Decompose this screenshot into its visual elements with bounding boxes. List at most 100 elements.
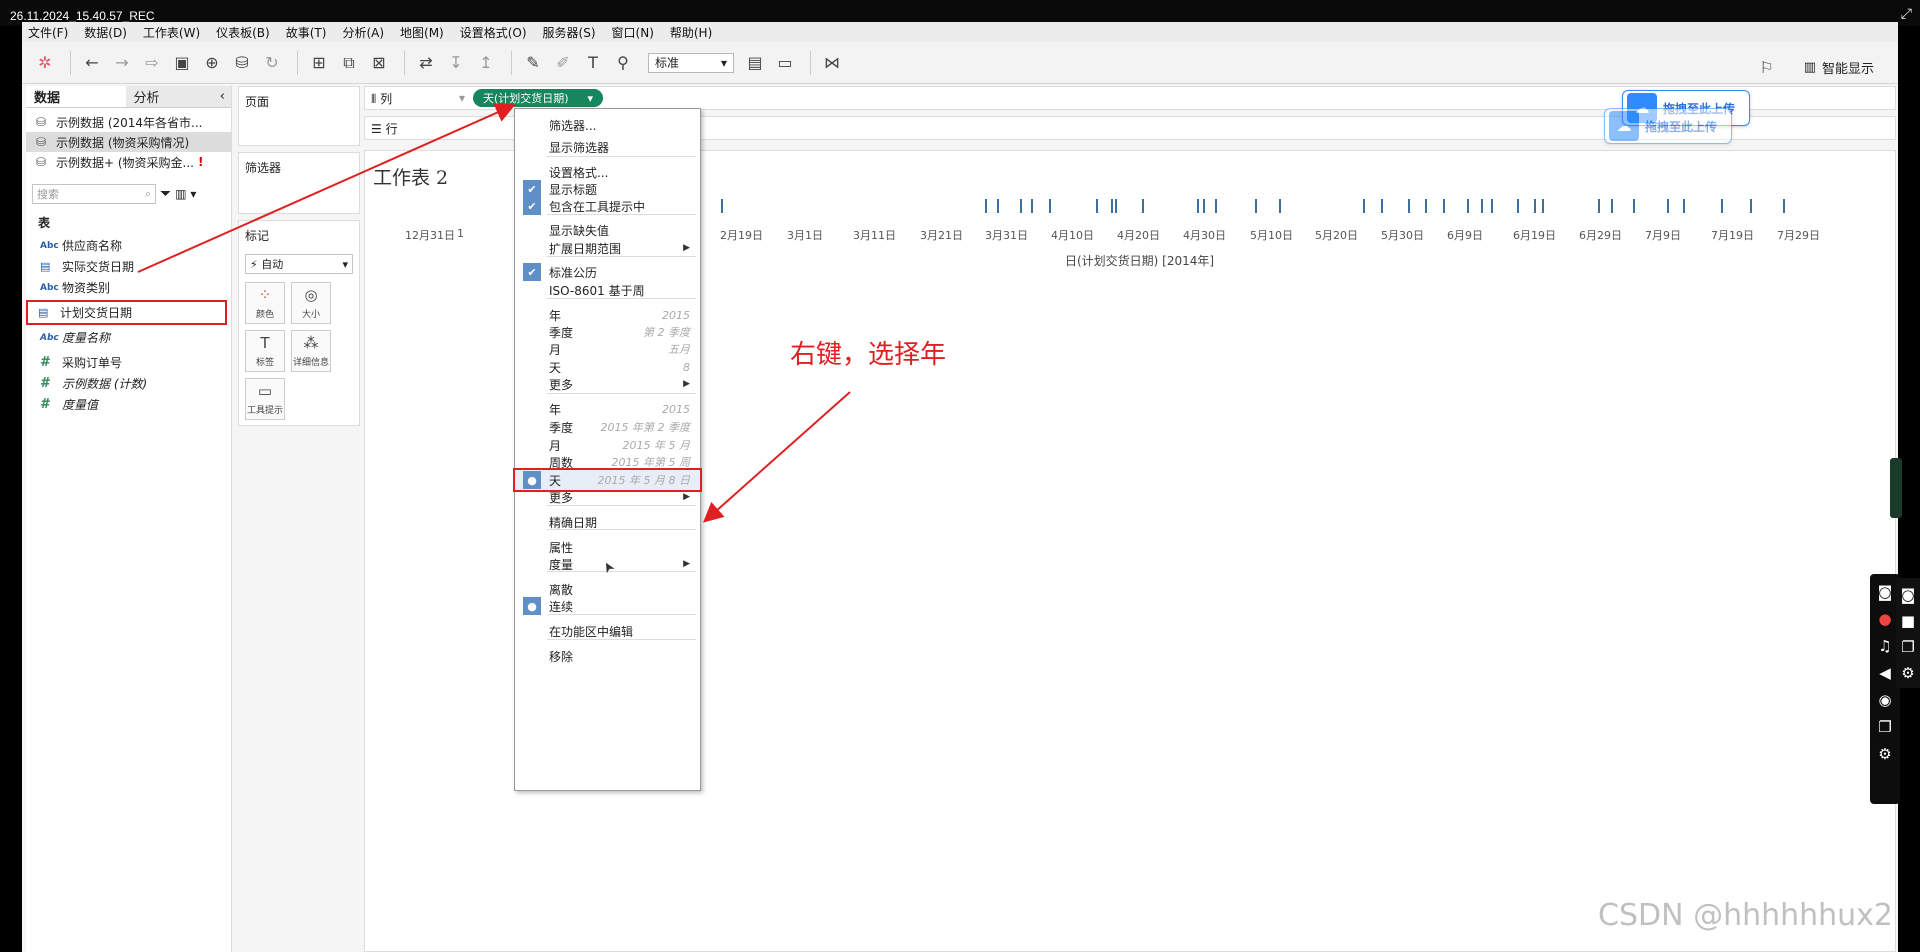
- menu-item-label: 在功能区中编辑: [549, 624, 634, 639]
- show-cards-icon[interactable]: ▤: [742, 50, 768, 76]
- menu-item[interactable]: ● 连续: [515, 596, 700, 616]
- color-button[interactable]: ⁘ 颜色: [245, 282, 285, 324]
- window-icon[interactable]: ❐: [1896, 638, 1920, 656]
- database-icon: ⛁: [36, 115, 47, 129]
- datasource-item-selected[interactable]: ⛁ 示例数据 (物资采购情况): [26, 132, 231, 152]
- field-item[interactable]: Abc 物资类别: [26, 277, 231, 298]
- camera-icon[interactable]: ◙: [1896, 586, 1920, 604]
- settings-icon[interactable]: ⚙: [1896, 664, 1920, 682]
- lamp-icon[interactable]: ⚐: [1754, 54, 1780, 80]
- field-item[interactable]: ▤ 实际交货日期: [26, 256, 231, 277]
- share-icon[interactable]: ⋈: [819, 50, 845, 76]
- menu-separator: [547, 214, 696, 215]
- menu-item-label: 包含在工具提示中: [549, 199, 646, 214]
- menu-item[interactable]: ✔ 标准公历: [515, 262, 700, 282]
- datasource-item[interactable]: ⛁ 示例数据+ (物资采购金...!: [26, 152, 231, 172]
- column-pill[interactable]: 天(计划交货日期) ▾: [473, 89, 603, 107]
- menu-item[interactable]: 扩展日期范围 ▶: [515, 238, 700, 258]
- axis-tick-label: 4月20日: [1117, 229, 1160, 242]
- menu-item[interactable]: 显示缺失值: [515, 220, 700, 240]
- undo-icon[interactable]: ←: [79, 50, 105, 76]
- field-item[interactable]: # 度量值: [26, 394, 231, 415]
- video-icon[interactable]: ■: [1896, 612, 1920, 630]
- view-toggle-icon[interactable]: ▥ ▾: [175, 187, 196, 201]
- group-icon[interactable]: ✐: [550, 50, 576, 76]
- pages-card[interactable]: 页面: [238, 86, 360, 146]
- presentation-icon[interactable]: ▭: [772, 50, 798, 76]
- refresh-icon[interactable]: ↻: [259, 50, 285, 76]
- tab-data[interactable]: 数据: [26, 86, 126, 107]
- expand-icon[interactable]: ⤢: [1901, 6, 1912, 22]
- axis-tick-label: 4月30日: [1183, 229, 1226, 242]
- webcam-icon[interactable]: ◉: [1870, 691, 1900, 709]
- datasource-label: 示例数据 (2014年各省市...: [56, 115, 203, 130]
- datasource-item[interactable]: ⛁ 示例数据 (2014年各省市...: [26, 112, 231, 132]
- menu-item-label: 移除: [549, 649, 574, 664]
- tableau-logo-icon[interactable]: ✲: [32, 50, 58, 76]
- sort-asc-icon[interactable]: ↧: [443, 50, 469, 76]
- menu-analysis[interactable]: 分析(A): [342, 24, 384, 41]
- duplicate-icon[interactable]: ⧉: [336, 50, 362, 76]
- menu-story[interactable]: 故事(T): [286, 24, 327, 41]
- warning-icon: !: [198, 155, 204, 169]
- swap-icon[interactable]: ⇄: [413, 50, 439, 76]
- menu-server[interactable]: 服务器(S): [543, 24, 596, 41]
- menu-worksheet[interactable]: 工作表(W): [143, 24, 200, 41]
- field-item[interactable]: # 示例数据 (计数): [26, 373, 231, 394]
- new-datasource-icon[interactable]: ⊕: [199, 50, 225, 76]
- field-item[interactable]: Abc 供应商名称: [26, 235, 231, 256]
- menu-item[interactable]: 季度 2015 年第 2 季度: [515, 417, 700, 437]
- tooltip-button[interactable]: ▭ 工具提示: [245, 378, 285, 420]
- menu-data[interactable]: 数据(D): [84, 24, 127, 41]
- menu-item[interactable]: ISO-8601 基于周: [515, 280, 700, 300]
- menu-item[interactable]: 在功能区中编辑: [515, 621, 700, 641]
- field-item[interactable]: # 采购订单号: [26, 352, 231, 373]
- menu-dashboard[interactable]: 仪表板(B): [216, 24, 270, 41]
- clear-sheet-icon[interactable]: ⊠: [366, 50, 392, 76]
- menu-format[interactable]: 设置格式(O): [460, 24, 527, 41]
- label-button[interactable]: T 标签: [245, 330, 285, 372]
- menu-item[interactable]: 移除: [515, 646, 700, 666]
- timeline-mark: [1408, 199, 1410, 213]
- replay-icon[interactable]: ⇨: [139, 50, 165, 76]
- field-item[interactable]: Abc 度量名称: [26, 327, 231, 348]
- window-icon[interactable]: ❐: [1870, 718, 1900, 736]
- menu-item[interactable]: 更多 ▶: [515, 487, 700, 507]
- smart-show-button[interactable]: ▥ 智能显示: [1804, 58, 1874, 77]
- search-input[interactable]: 搜索 ⌕: [32, 184, 156, 204]
- pause-updates-icon[interactable]: ⛁: [229, 50, 255, 76]
- save-icon[interactable]: ▣: [169, 50, 195, 76]
- columns-text: 列: [380, 91, 393, 106]
- field-item-highlighted[interactable]: ▤ 计划交货日期: [26, 300, 227, 325]
- marks-type-select[interactable]: ⚡ 自动 ▾: [245, 254, 353, 274]
- filter-icon[interactable]: ⏷: [160, 186, 171, 202]
- detail-button[interactable]: ⁂ 详细信息: [291, 330, 331, 372]
- label-icon: T: [260, 334, 270, 352]
- menu-help[interactable]: 帮助(H): [670, 24, 712, 41]
- filters-card[interactable]: 筛选器: [238, 152, 360, 214]
- highlight-icon[interactable]: ✎: [520, 50, 546, 76]
- collapse-icon[interactable]: ‹: [220, 89, 225, 104]
- menu-item[interactable]: 周数 2015 年第 5 周: [515, 452, 700, 472]
- chevron-down-icon[interactable]: ▾: [587, 92, 593, 105]
- menu-item[interactable]: 显示筛选器: [515, 137, 700, 157]
- pin-icon[interactable]: ⚲: [610, 50, 636, 76]
- menu-file[interactable]: 文件(F): [28, 24, 68, 41]
- tab-analysis[interactable]: 分析 ‹: [125, 86, 231, 107]
- redo-icon[interactable]: →: [109, 50, 135, 76]
- menu-item[interactable]: 年 2015: [515, 399, 700, 419]
- new-worksheet-icon[interactable]: ⊞: [306, 50, 332, 76]
- menu-item[interactable]: 更多 ▶: [515, 374, 700, 394]
- menu-item-label: 属性: [549, 540, 574, 555]
- menu-map[interactable]: 地图(M): [400, 24, 444, 41]
- menu-item[interactable]: 月 五月: [515, 339, 700, 359]
- size-button[interactable]: ◎ 大小: [291, 282, 331, 324]
- mark-size-select[interactable]: 标准 ▾: [648, 52, 734, 73]
- sort-desc-icon[interactable]: ↥: [473, 50, 499, 76]
- settings-icon[interactable]: ⚙: [1870, 745, 1900, 763]
- side-handle[interactable]: [1890, 458, 1902, 518]
- menu-item[interactable]: ✔ 包含在工具提示中: [515, 196, 700, 216]
- label-icon[interactable]: T: [580, 50, 606, 76]
- menu-item[interactable]: 筛选器...: [515, 115, 700, 135]
- menu-window[interactable]: 窗口(N): [612, 24, 654, 41]
